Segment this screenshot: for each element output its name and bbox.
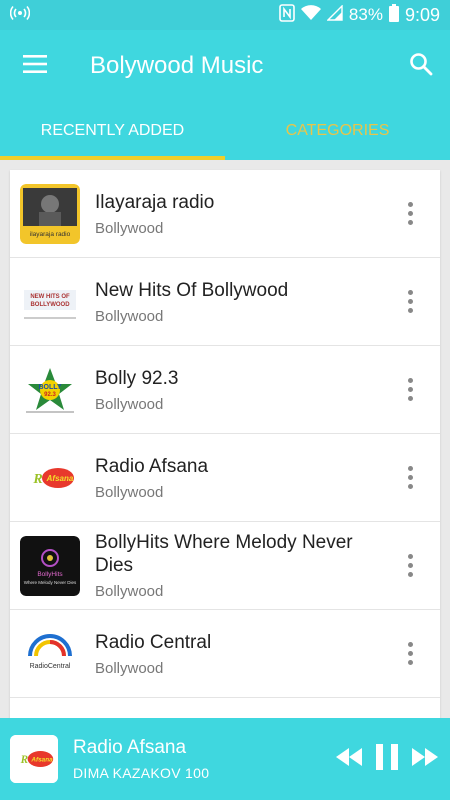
svg-text:RadioCentral: RadioCentral [30, 663, 71, 670]
svg-text:BollyHits: BollyHits [37, 571, 63, 578]
station-category: Bollywood [95, 395, 164, 413]
rewind-icon [336, 747, 362, 771]
hamburger-icon [23, 54, 47, 78]
station-category: Bollywood [95, 307, 164, 325]
station-title: BollyHits Where Melody Never Dies [95, 532, 353, 576]
station-logo: BOLLY 92.3 [20, 359, 80, 420]
more-options-button[interactable] [400, 375, 420, 405]
station-category: Bollywood [95, 483, 164, 501]
player-station-logo: R Afsana [10, 735, 58, 783]
player-track: DIMA KAZAKOV 100 [73, 765, 210, 781]
menu-button[interactable] [0, 30, 70, 102]
pause-button[interactable] [376, 743, 398, 775]
svg-text:BOLLYWOOD: BOLLYWOOD [30, 302, 70, 308]
player-station-title: Radio Afsana [73, 737, 187, 758]
station-logo: ilayaraja radio [20, 183, 80, 244]
fast-forward-button[interactable] [412, 747, 438, 771]
list-item[interactable]: ilayaraja radio Ilayaraja radio Bollywoo… [10, 170, 440, 258]
more-options-button[interactable] [400, 639, 420, 669]
battery-percent: 83% [348, 5, 383, 24]
station-title: Radio Central [95, 631, 212, 653]
station-logo: BollyHits Where Melody Never Dies [20, 535, 80, 596]
list-item[interactable]: BOLLY 92.3 Bolly 92.3 Bollywood [10, 346, 440, 434]
station-logo: RadioCentral [20, 623, 80, 684]
svg-text:Afsana: Afsana [30, 756, 53, 763]
svg-text:BOLLY: BOLLY [38, 384, 61, 391]
more-options-button[interactable] [400, 463, 420, 493]
station-title: Radio Afsana [95, 455, 209, 477]
svg-text:ilayaraja radio: ilayaraja radio [30, 231, 71, 238]
tab-recently-added[interactable]: RECENTLY ADDED [0, 102, 225, 160]
tab-bar: RECENTLY ADDED CATEGORIES [0, 102, 450, 160]
list-item[interactable]: NEW HITS OF BOLLYWOOD New Hits Of Bollyw… [10, 258, 440, 346]
app-bar: Bolywood Music [0, 30, 450, 102]
more-vert-icon [407, 378, 413, 383]
fast-forward-icon [412, 747, 438, 771]
list-item[interactable]: RadioCentral Radio Central Bollywood [10, 610, 440, 698]
status-bar: 83% 9:09 [0, 0, 450, 30]
more-vert-icon [407, 554, 413, 559]
nfc-icon [279, 3, 295, 27]
wifi-icon [300, 4, 321, 26]
battery-icon [388, 3, 399, 27]
list-item[interactable]: BollyHits Where Melody Never Dies BollyH… [10, 522, 440, 610]
tab-categories[interactable]: CATEGORIES [225, 102, 450, 160]
clock: 9:09 [404, 4, 440, 25]
more-options-button[interactable] [400, 551, 420, 581]
station-category: Bollywood [95, 659, 164, 677]
signal-icon [326, 3, 343, 26]
station-title: Ilayaraja radio [95, 191, 215, 213]
pause-icon [376, 743, 398, 775]
station-title: New Hits Of Bollywood [95, 279, 289, 301]
svg-text:92.3: 92.3 [44, 392, 56, 398]
more-vert-icon [407, 290, 413, 295]
station-logo: NEW HITS OF BOLLYWOOD [20, 271, 80, 332]
mini-player[interactable]: R Afsana Radio Afsana DIMA KAZAKOV 100 [0, 718, 450, 800]
search-button[interactable] [392, 30, 450, 102]
app-title: Bolywood Music [90, 52, 264, 79]
more-options-button[interactable] [400, 199, 420, 229]
station-logo: R Afsana [20, 447, 80, 508]
station-category: Bollywood [95, 219, 164, 237]
more-options-button[interactable] [400, 287, 420, 317]
svg-text:NEW HITS OF: NEW HITS OF [30, 294, 70, 300]
station-title: Bolly 92.3 [95, 367, 179, 389]
svg-text:Where Melody Never Dies: Where Melody Never Dies [24, 580, 77, 585]
more-vert-icon [407, 466, 413, 471]
station-category: Bollywood [95, 583, 164, 600]
svg-text:Afsana: Afsana [46, 474, 74, 483]
svg-text:R: R [32, 472, 42, 487]
more-vert-icon [407, 202, 413, 207]
search-icon [409, 52, 433, 81]
list-item[interactable]: R Afsana Radio Afsana Bollywood [10, 434, 440, 522]
station-list: ilayaraja radio Ilayaraja radio Bollywoo… [10, 170, 440, 728]
hotspot-icon [9, 5, 31, 26]
more-vert-icon [407, 642, 413, 647]
rewind-button[interactable] [336, 747, 362, 771]
svg-text:R: R [20, 754, 29, 766]
